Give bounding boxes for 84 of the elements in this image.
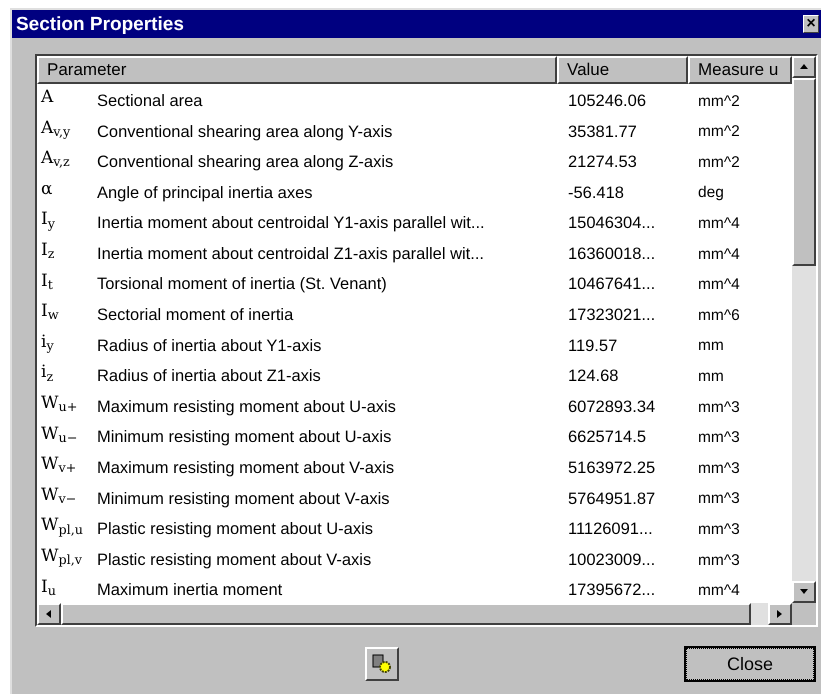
unit-cell-text: mm^3 [697, 428, 740, 448]
unit-cell-text: mm^2 [697, 92, 740, 112]
parameter-symbol: A$_{v,z}$ [40, 147, 71, 170]
value-cell-text: 35381.77 [567, 122, 638, 143]
unit-cell-text: mm [697, 367, 724, 388]
unit-cell-text: mm^3 [697, 489, 740, 510]
value-cell-text: 5163972.25 [567, 458, 656, 480]
unit-cell-text: mm^6 [697, 306, 740, 326]
scroll-down-button[interactable] [792, 581, 816, 603]
value-cell-text: 11126091... [567, 519, 654, 540]
parameter-symbol: A$_{v,y}$ [40, 116, 72, 139]
tool-button[interactable] [365, 647, 399, 681]
parameter-symbol: i$_{y}$ [40, 330, 55, 353]
unit-cell-text: deg [697, 183, 724, 204]
parameter-description: Plastic resisting moment about V-axis [97, 550, 372, 571]
parameter-description: Inertia moment about centroidal Y1-axis parallel wit... [97, 213, 486, 234]
parameter-symbol: I$_{y}$ [40, 208, 56, 230]
parameter-description: Sectorial moment of inertia [97, 305, 294, 326]
parameter-description: Conventional shearing area along Y-axis [97, 122, 394, 143]
parameter-symbol: I$_{t}$ [40, 270, 54, 292]
scroll-thumb[interactable] [792, 78, 816, 266]
parameter-symbol: W$_{pl,v}$ [40, 544, 83, 567]
close-button[interactable]: × [803, 15, 819, 33]
value-cell-text: 21274.53 [567, 152, 638, 174]
parameter-description: Sectional area [97, 90, 204, 112]
value-cell-text: 119.57 [567, 336, 618, 357]
parameter-symbol: i$_{z}$ [40, 361, 54, 384]
arrow-up-icon [799, 62, 809, 72]
unit-cell-text: mm [697, 336, 724, 356]
column-header[interactable]: Measure u [688, 56, 792, 84]
value-cell-text: 6072893.34 [567, 396, 656, 418]
unit-cell-text: mm^4 [697, 244, 740, 265]
parameter-symbol: A [40, 86, 54, 108]
unit-cell-text: mm^3 [697, 520, 740, 540]
value-cell-text: 10023009... [567, 550, 656, 571]
scroll-right-button[interactable] [768, 603, 792, 625]
parameter-symbol: W$_{u+}$ [40, 392, 78, 414]
unit-cell-text: mm^2 [697, 152, 740, 173]
parameter-symbol: I$_{w}$ [40, 300, 60, 322]
parameter-description: Maximum resisting moment about U-axis [97, 396, 397, 418]
parameter-symbol: I$_{z}$ [40, 238, 56, 261]
parameter-symbol: α [40, 178, 54, 200]
value-cell-text: 5764951.87 [567, 488, 656, 510]
value-cell-text: 16360018... [567, 244, 656, 265]
parameter-symbol: W$_{v+}$ [40, 453, 78, 476]
window-title: Section Properties [16, 14, 184, 34]
value-cell-text: 17395672... [567, 580, 656, 602]
scroll-left-button[interactable] [37, 603, 61, 625]
parameter-description: Maximum inertia moment [97, 580, 284, 602]
value-cell-text: 124.68 [567, 366, 620, 388]
parameter-description: Radius of inertia about Y1-axis [97, 336, 322, 357]
arrow-left-icon [44, 609, 54, 619]
unit-cell-text: mm^4 [697, 275, 740, 296]
unit-cell-text: mm^3 [697, 550, 740, 571]
scroll-up-button[interactable] [792, 56, 816, 78]
parameter-symbol: W$_{u−}$ [40, 422, 78, 445]
value-cell-text: 10467641... [567, 274, 656, 296]
parameter-description: Inertia moment about centroidal Z1-axis parallel wit... [97, 244, 486, 265]
parameter-description: Angle of principal inertia axes [97, 182, 314, 204]
scrollbar-corner [792, 603, 816, 625]
parameter-symbol: I$_{u}$ [40, 576, 57, 598]
unit-cell-text: mm^2 [697, 122, 740, 142]
parameter-description: Maximum resisting moment about V-axis [97, 458, 396, 480]
parameter-description: Conventional shearing area along Z-axis [97, 152, 394, 174]
column-header[interactable]: Parameter [37, 56, 557, 84]
parameter-description: Minimum resisting moment about V-axis [97, 488, 391, 510]
value-cell-text: 105246.06 [567, 90, 647, 112]
unit-cell-text: mm^4 [697, 581, 740, 602]
parameter-description: Minimum resisting moment about U-axis [97, 427, 392, 448]
value-cell-text: 6625714.5 [567, 427, 647, 448]
parameter-symbol: W$_{pl,u}$ [40, 514, 84, 536]
value-cell-text: -56.418 [567, 182, 625, 204]
unit-cell-text: mm^3 [697, 458, 740, 479]
parameter-symbol: W$_{v−}$ [40, 484, 78, 506]
column-header[interactable]: Value [557, 56, 688, 84]
parameter-description: Radius of inertia about Z1-axis [97, 366, 322, 388]
value-cell-text: 15046304... [567, 213, 656, 234]
value-cell-text: 17323021... [567, 305, 656, 326]
parameter-description: Plastic resisting moment about U-axis [97, 519, 374, 540]
close-button[interactable]: Close [684, 646, 816, 682]
unit-cell-text: mm^3 [697, 398, 740, 418]
vertical-scrollbar[interactable] [792, 56, 816, 603]
unit-cell-text: mm^4 [697, 214, 740, 234]
parameter-description: Torsional moment of inertia (St. Venant) [97, 274, 388, 296]
